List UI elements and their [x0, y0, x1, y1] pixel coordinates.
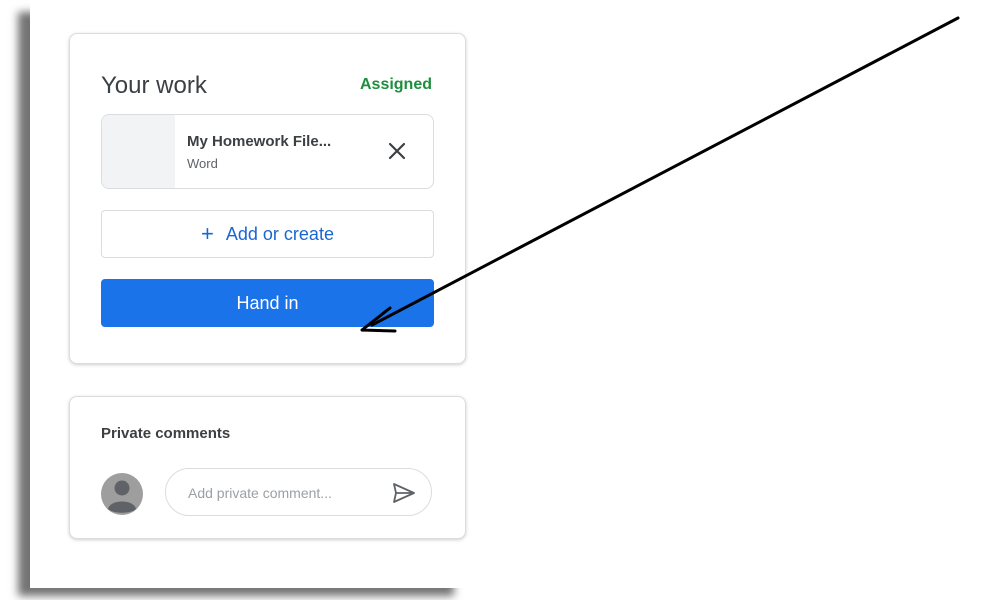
add-or-create-button[interactable]: + Add or create: [101, 210, 434, 258]
send-icon[interactable]: [391, 481, 417, 505]
person-icon: [101, 473, 143, 515]
attachment-type: Word: [187, 156, 218, 171]
your-work-title: Your work: [101, 72, 207, 99]
attachment-item[interactable]: My Homework File... Word: [101, 114, 434, 189]
private-comment-input[interactable]: [188, 481, 378, 505]
add-or-create-label: Add or create: [225, 223, 334, 244]
private-comments-card: Private comments: [69, 396, 466, 539]
close-icon[interactable]: [385, 139, 409, 163]
your-work-card: Your work Assigned My Homework File... W…: [69, 33, 466, 364]
hand-in-button[interactable]: Hand in: [101, 279, 434, 327]
plus-icon: +: [201, 221, 214, 246]
attachment-thumbnail: [102, 115, 175, 188]
assignment-status-badge: Assigned: [359, 76, 432, 93]
attachment-name: My Homework File...: [187, 133, 332, 150]
comment-box: [165, 468, 432, 516]
private-comments-title: Private comments: [101, 425, 231, 442]
